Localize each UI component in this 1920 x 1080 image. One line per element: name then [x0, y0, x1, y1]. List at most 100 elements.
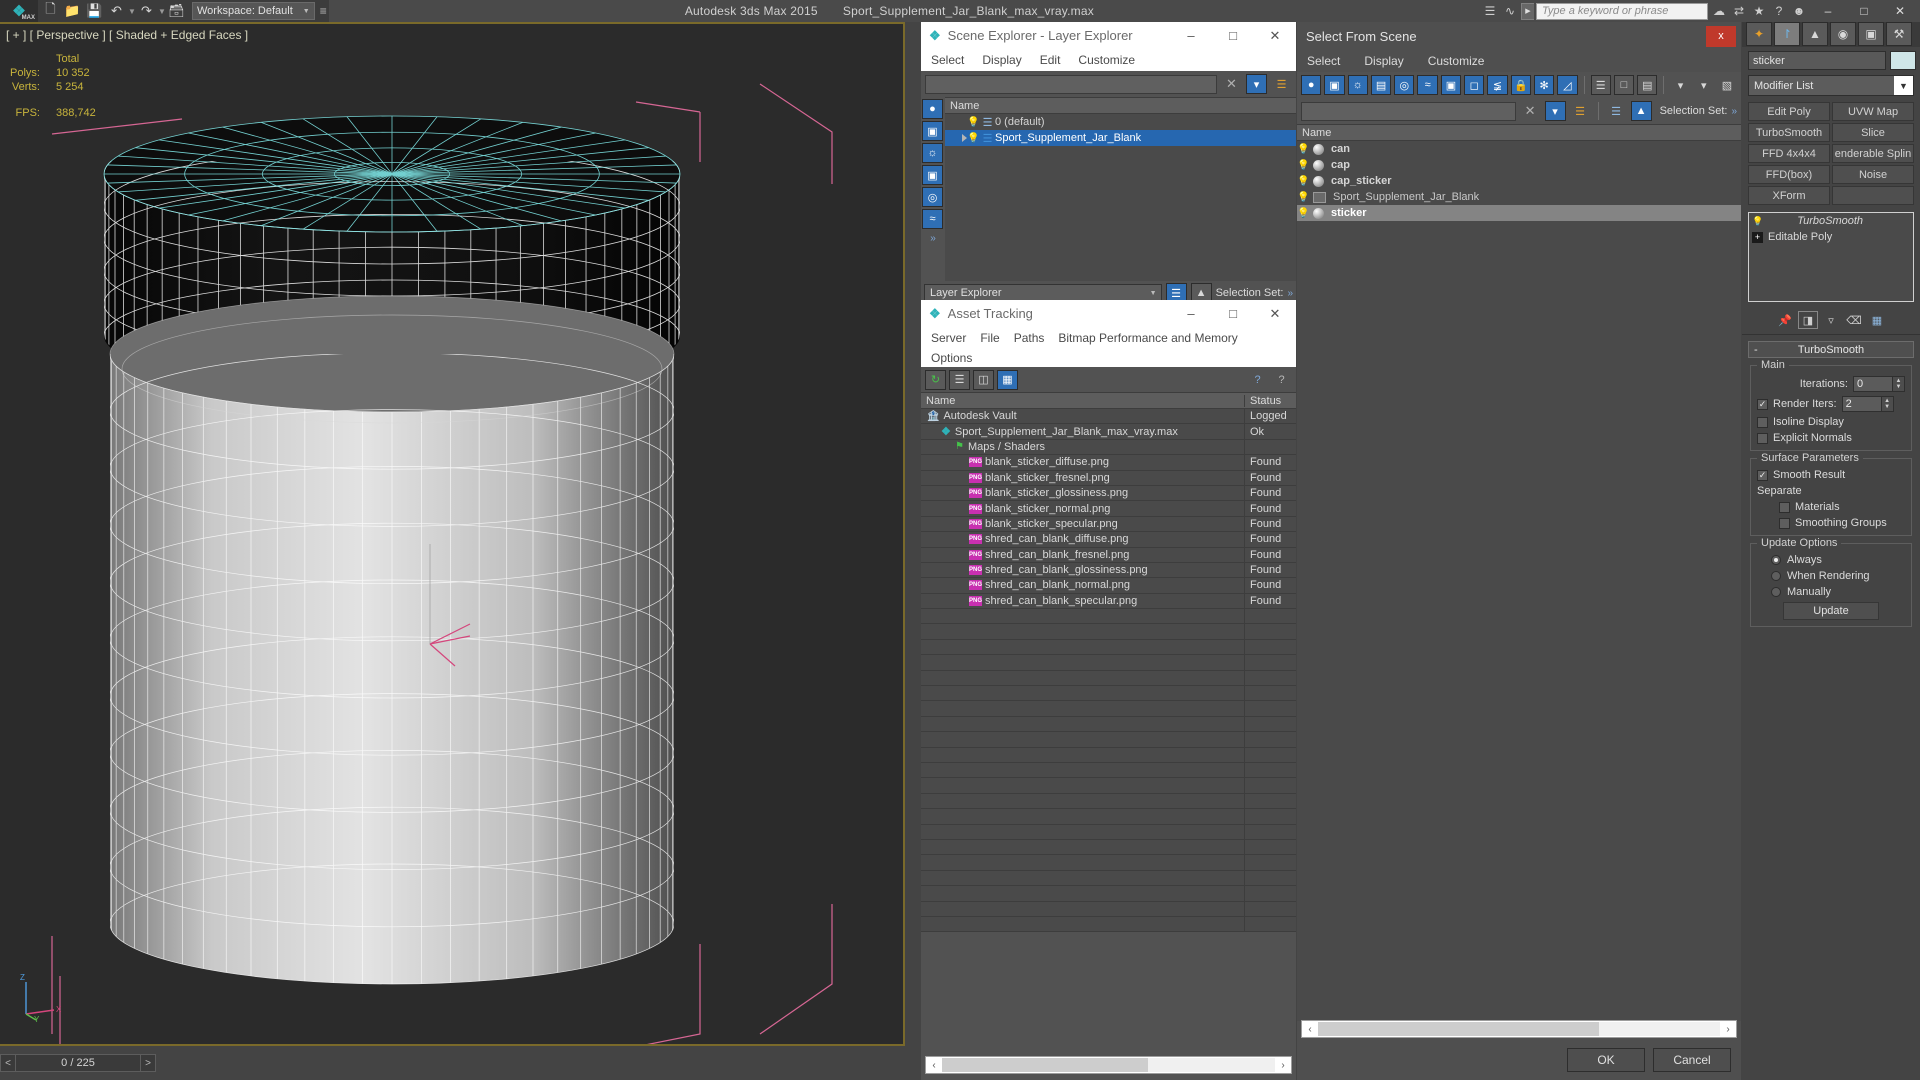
modifier-button-ffd-4x4x4[interactable]: FFD 4x4x4: [1748, 144, 1830, 163]
asset-row-empty[interactable]: [921, 670, 1296, 687]
sfs-menu-customize[interactable]: Customize: [1428, 54, 1485, 68]
favorites-star-icon[interactable]: ★: [1750, 2, 1768, 20]
modifier-list-dropdown[interactable]: Modifier List ▼: [1748, 75, 1914, 96]
light-bulb-icon[interactable]: 💡: [1297, 176, 1310, 187]
autodesk-360-icon[interactable]: ☁: [1710, 2, 1728, 20]
sfs-horizontal-scrollbar[interactable]: ‹ ›: [1301, 1020, 1737, 1038]
show-end-result-icon[interactable]: ◨: [1798, 311, 1818, 329]
asset-row[interactable]: PNG shred_can_blank_glossiness.png Found: [921, 562, 1296, 579]
asset-scroll-track[interactable]: [942, 1058, 1275, 1072]
manually-radio[interactable]: [1771, 587, 1781, 597]
layer-stack-icon[interactable]: ☰: [1271, 74, 1292, 94]
sfs-scroll-right-icon[interactable]: ›: [1720, 1024, 1736, 1035]
filter-overflow-icon[interactable]: »: [921, 233, 945, 244]
asset-row-empty[interactable]: [921, 886, 1296, 902]
sfs-filter-toggle-icon[interactable]: ▾: [1544, 101, 1566, 121]
asset-tracking-titlebar[interactable]: ❖ Asset Tracking – □ ✕: [921, 300, 1296, 327]
light-bulb-icon[interactable]: 💡: [967, 133, 980, 144]
sfs-row[interactable]: 💡 cap: [1297, 157, 1741, 173]
scene-explorer-list-header[interactable]: Name: [945, 97, 1296, 114]
sfs-menu-select[interactable]: Select: [1307, 54, 1340, 68]
asset-list[interactable]: 🏦 Autodesk Vault Logged ❖ Sport_Supplement_J…: [921, 409, 1296, 1054]
asset-row-empty[interactable]: [921, 655, 1296, 671]
sign-in-icon[interactable]: ☻: [1790, 2, 1808, 20]
modifier-button-xform[interactable]: XForm: [1748, 186, 1830, 205]
sfs-funnel-icon[interactable]: ▾: [1670, 75, 1690, 95]
field-isoline-display[interactable]: Isoline Display: [1757, 416, 1905, 428]
modifier-button-turbosmooth[interactable]: TurboSmooth: [1748, 123, 1830, 142]
sfs-layer-view-icon[interactable]: ☰: [1606, 101, 1627, 121]
tab-display[interactable]: ▣: [1858, 22, 1884, 46]
separate-smoothing-groups-checkbox[interactable]: [1779, 517, 1790, 529]
sfs-filter-containers-icon[interactable]: 🔒: [1510, 75, 1531, 95]
scene-explorer-titlebar[interactable]: ❖ Scene Explorer - Layer Explorer – □ ✕: [921, 22, 1296, 49]
filter-lights-icon[interactable]: ☼: [922, 143, 943, 163]
asset-row[interactable]: PNG blank_sticker_fresnel.png Found: [921, 470, 1296, 486]
field-explicit-normals[interactable]: Explicit Normals: [1757, 432, 1905, 444]
iterations-spinner[interactable]: ▲ ▼: [1893, 376, 1905, 392]
render-iters-checkbox[interactable]: ✓: [1757, 398, 1768, 410]
sfs-row[interactable]: 💡 cap_sticker: [1297, 173, 1741, 189]
always-radio[interactable]: [1771, 555, 1781, 565]
light-bulb-icon[interactable]: 💡: [1297, 208, 1310, 219]
asset-row[interactable]: PNG blank_sticker_diffuse.png Found: [921, 455, 1296, 471]
filter-helpers-icon[interactable]: ◎: [922, 187, 943, 207]
filter-cameras-icon[interactable]: ▣: [922, 165, 943, 185]
asset-refresh-icon[interactable]: ↻: [925, 369, 946, 390]
asset-row[interactable]: PNG blank_sticker_glossiness.png Found: [921, 485, 1296, 502]
scene-explorer-menu-edit[interactable]: Edit: [1040, 53, 1061, 67]
perspective-viewport[interactable]: [ + ] [ Perspective ] [ Shaded + Edged F…: [0, 22, 905, 1044]
asset-row-empty[interactable]: [921, 701, 1296, 717]
asset-menu-server[interactable]: Server: [931, 331, 966, 345]
asset-row[interactable]: PNG blank_sticker_normal.png Found: [921, 501, 1296, 517]
filter-shapes-icon[interactable]: ▣: [922, 121, 943, 141]
sfs-filter-particles-icon[interactable]: ✻: [1533, 75, 1555, 95]
frame-indicator[interactable]: 0 / 225: [16, 1054, 140, 1072]
tab-create[interactable]: ✦: [1746, 22, 1772, 46]
modifier-list-chevron-down-icon[interactable]: ▼: [1894, 76, 1913, 95]
scene-explorer-minimize-button[interactable]: –: [1170, 22, 1212, 49]
expand-plus-icon[interactable]: +: [1752, 231, 1763, 243]
sfs-filter-xrefs-icon[interactable]: ◻: [1464, 75, 1485, 95]
sfs-select-none-icon[interactable]: □: [1613, 75, 1635, 95]
field-separate-smoothing-groups[interactable]: Smoothing Groups: [1757, 517, 1905, 529]
tab-utilities[interactable]: ⚒: [1886, 22, 1912, 46]
light-bulb-icon[interactable]: 💡: [1297, 160, 1310, 171]
isoline-display-checkbox[interactable]: [1757, 416, 1768, 428]
sfs-object-list[interactable]: 💡 can 💡 cap 💡 cap_sticker 💡 Sport_Supplement_Ja…: [1297, 141, 1741, 1021]
maximize-button[interactable]: □: [1846, 0, 1882, 22]
qat-overflow-icon[interactable]: ≡: [320, 4, 327, 18]
tab-hierarchy[interactable]: ▲: [1802, 22, 1828, 46]
asset-tracking-minimize-button[interactable]: –: [1170, 300, 1212, 327]
next-frame-button[interactable]: >: [140, 1054, 156, 1072]
viewport-label[interactable]: [ + ] [ Perspective ] [ Shaded + Edged F…: [6, 28, 248, 42]
scene-explorer-list[interactable]: 💡 ☰ 0 (default) 💡 ☰ Sport_Supplement_Jar_Blan…: [945, 114, 1296, 146]
undo-icon[interactable]: ↶: [106, 1, 127, 21]
modifier-button-uvw-map[interactable]: UVW Map: [1832, 102, 1914, 121]
sfs-filter-lights-icon[interactable]: ☼: [1347, 75, 1368, 95]
sfs-scroll-left-icon[interactable]: ‹: [1302, 1024, 1318, 1035]
sfs-cancel-button[interactable]: Cancel: [1653, 1048, 1731, 1072]
sfs-row[interactable]: 💡 sticker: [1297, 205, 1741, 221]
when-rendering-radio[interactable]: [1771, 571, 1781, 581]
configure-modifier-sets-icon[interactable]: ▦: [1867, 311, 1887, 329]
render-iters-input[interactable]: 2: [1841, 396, 1882, 412]
asset-list-header[interactable]: Name Status: [921, 392, 1296, 409]
sfs-filter-spacewarps-icon[interactable]: ≈: [1417, 75, 1438, 95]
sfs-filter-geometry-icon[interactable]: ●: [1301, 75, 1322, 95]
modifier-button-enderable-splin[interactable]: enderable Splin: [1832, 144, 1914, 163]
tab-modify[interactable]: ↾: [1774, 22, 1800, 46]
asset-tracking-close-button[interactable]: ✕: [1254, 300, 1296, 327]
light-bulb-icon[interactable]: 💡: [1297, 144, 1310, 155]
select-from-scene-close-button[interactable]: x: [1706, 25, 1736, 47]
asset-row-empty[interactable]: [921, 778, 1296, 794]
sfs-layers-icon[interactable]: ☰: [1570, 101, 1591, 121]
scene-explorer-row[interactable]: 💡 ☰ 0 (default): [945, 114, 1296, 130]
filter-geometry-icon[interactable]: ●: [922, 99, 943, 119]
undo-dropdown-icon[interactable]: ▼: [128, 7, 136, 16]
asset-menu-file[interactable]: File: [980, 331, 999, 345]
asset-row-empty[interactable]: [921, 732, 1296, 748]
sfs-row[interactable]: 💡 Sport_Supplement_Jar_Blank: [1297, 189, 1741, 205]
sfs-filter-all-icon[interactable]: ◿: [1557, 75, 1578, 95]
sfs-menu-display[interactable]: Display: [1364, 54, 1403, 68]
